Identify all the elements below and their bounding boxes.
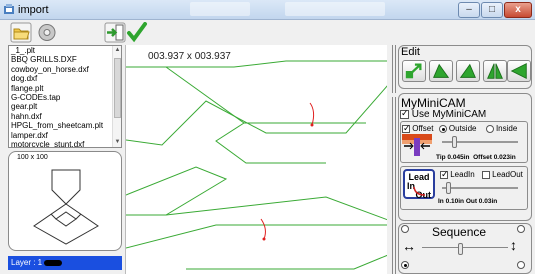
toolpath-outline — [186, 254, 387, 270]
sequence-title: Sequence — [432, 225, 487, 239]
sequence-slider-knob[interactable] — [458, 243, 463, 255]
layer-color-swatch — [44, 259, 63, 266]
toolpath-outline — [126, 224, 387, 249]
blurred-background — [190, 2, 250, 16]
layer-indicator[interactable]: Layer : 1 — [8, 256, 122, 270]
use-myminicam-label: Use MyMiniCAM — [411, 109, 487, 120]
panel-splitter[interactable] — [392, 45, 396, 93]
leadout-checkbox[interactable] — [481, 170, 490, 179]
window-title: import — [18, 4, 49, 16]
title-bar: import – □ x — [0, 0, 535, 20]
file-preview: 100 x 100 — [8, 151, 122, 251]
file-list-item[interactable]: HPGL_from_sheetcam.plt — [9, 121, 121, 130]
offset-label: Offset — [412, 124, 434, 133]
rotate-right-icon[interactable] — [456, 60, 480, 82]
file-list-item[interactable]: G-CODEs.tap — [9, 93, 121, 102]
confirm-check-icon[interactable] — [126, 22, 148, 43]
right-panel: Edit MyMiniCAM Use MyMiniCAM — [388, 45, 535, 274]
myminicam-title: MyMiniCAM — [401, 96, 466, 110]
tip-offset-values: Tip 0.045in Offset 0.023in — [436, 154, 516, 161]
file-list-item[interactable]: hahn.dxf — [9, 112, 121, 121]
file-list-item[interactable]: dog.dxf — [9, 74, 121, 83]
tip-value: Tip 0.045in — [436, 154, 470, 161]
close-button[interactable]: x — [504, 2, 532, 18]
sequence-radio-top-left[interactable] — [401, 225, 409, 233]
toolpath-outline — [165, 196, 387, 221]
lead-values: In 0.10in Out 0.03in — [438, 198, 498, 205]
lead-slider-knob[interactable] — [446, 182, 451, 194]
lead-options: LeadIn LeadOut — [440, 169, 523, 180]
file-list-item[interactable]: gear.plt — [9, 102, 121, 111]
tip-slider[interactable] — [442, 136, 518, 148]
edit-group: Edit — [398, 45, 532, 89]
use-myminicam-option[interactable]: Use MyMiniCAM — [400, 108, 487, 120]
lead-icon[interactable]: Lead In Out — [403, 169, 435, 200]
preview-dimensions: 100 x 100 — [17, 154, 48, 161]
sequence-radio-top-right[interactable] — [517, 225, 525, 233]
file-list-item[interactable]: flange.plt — [9, 84, 121, 93]
toolpath-drawing — [126, 60, 387, 270]
file-list-item[interactable]: lamper.dxf — [9, 131, 121, 140]
outside-label: Outside — [448, 124, 477, 133]
move-icon[interactable] — [402, 60, 426, 82]
sequence-slider[interactable] — [422, 243, 508, 255]
flip-icon[interactable] — [507, 60, 531, 82]
disc-icon[interactable] — [36, 22, 58, 43]
scroll-up-icon[interactable]: ▲ — [113, 46, 121, 55]
inside-radio[interactable] — [485, 124, 494, 133]
toolbar — [0, 20, 535, 45]
import-arrow-icon[interactable] — [104, 22, 126, 43]
leadin-label: LeadIn — [450, 170, 475, 179]
app-icon — [4, 4, 14, 14]
leadout-label: LeadOut — [492, 170, 523, 179]
drawing-canvas[interactable]: 003.937 x 003.937 — [125, 45, 387, 274]
file-list-item[interactable]: cowboy_on_horse.dxf — [9, 65, 121, 74]
blurred-background — [285, 2, 385, 16]
outside-radio[interactable] — [438, 124, 447, 133]
scroll-down-icon[interactable]: ▼ — [113, 138, 121, 147]
minimize-button[interactable]: – — [458, 2, 480, 18]
offset-checkbox[interactable] — [402, 123, 411, 134]
file-list-item[interactable]: motorcycle_stunt.dxf — [9, 140, 121, 147]
layer-label: Layer : 1 — [11, 258, 43, 267]
file-list[interactable]: _1_.plt BBQ GRILLS.DXF cowboy_on_horse.dxf… — [8, 45, 122, 148]
open-folder-icon[interactable] — [10, 22, 32, 43]
leadin-checkbox[interactable] — [440, 169, 449, 180]
inside-label: Inside — [495, 124, 518, 133]
preview-shape-icon — [33, 169, 99, 245]
sequence-radio-bottom-right[interactable] — [517, 261, 525, 269]
lead-slider[interactable] — [442, 182, 518, 194]
offset-options: Offset Outside Inside — [402, 123, 518, 134]
toolpath-outline — [165, 66, 366, 124]
toolpath-outline — [126, 60, 387, 68]
mirror-icon[interactable] — [483, 60, 507, 82]
vertical-arrows-icon: ↕ — [510, 237, 517, 253]
toolpath-outline — [215, 122, 326, 164]
toolpath-outline — [126, 166, 228, 216]
offset-value: Offset 0.023in — [473, 154, 516, 161]
start-point-marker — [262, 237, 266, 241]
toolpath-outline — [126, 85, 387, 146]
sequence-radio-bottom-left[interactable] — [401, 261, 409, 269]
use-myminicam-checkbox[interactable] — [400, 108, 409, 119]
panel-splitter[interactable] — [392, 97, 396, 274]
maximize-button[interactable]: □ — [481, 2, 503, 18]
import-window: import – □ x _1_.plt BBQ GRILLS.DXF cowboy… — [0, 0, 535, 274]
lead-in-marker — [260, 218, 266, 240]
file-list-scrollbar[interactable]: ▲ ▼ — [112, 46, 121, 147]
offset-tool-icon — [402, 134, 432, 156]
edit-title: Edit — [401, 46, 420, 58]
lead-arc-icon — [413, 186, 426, 196]
rotate-left-icon[interactable] — [429, 60, 453, 82]
tip-slider-knob[interactable] — [452, 136, 457, 148]
file-list-item[interactable]: BBQ GRILLS.DXF — [9, 55, 121, 64]
start-point-marker — [310, 123, 314, 127]
horizontal-arrows-icon: ↔ — [402, 238, 416, 254]
file-list-item[interactable]: _1_.plt — [9, 46, 121, 55]
scroll-thumb[interactable] — [114, 58, 121, 118]
lead-in-marker — [309, 102, 315, 126]
